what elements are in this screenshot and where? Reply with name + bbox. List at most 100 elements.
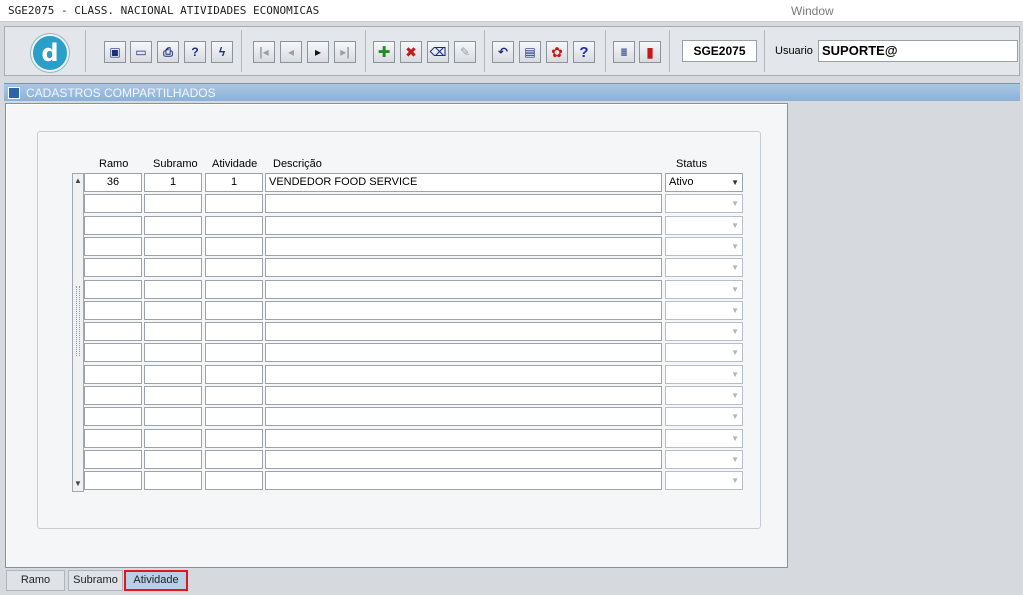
cell-descricao[interactable]	[265, 237, 662, 256]
cell-subramo[interactable]	[144, 365, 202, 384]
save-icon[interactable]: ▣	[104, 41, 126, 63]
help-icon[interactable]: ?	[573, 41, 595, 63]
tab-atividade[interactable]: Atividade	[124, 570, 188, 591]
chevron-down-icon[interactable]: ▼	[731, 451, 739, 468]
window-menu[interactable]: Window	[791, 4, 834, 18]
cell-descricao[interactable]	[265, 216, 662, 235]
chevron-down-icon[interactable]: ▼	[731, 344, 739, 361]
cell-subramo[interactable]	[144, 407, 202, 426]
cell-descricao[interactable]	[265, 429, 662, 448]
cell-ramo[interactable]	[84, 365, 142, 384]
cell-ramo[interactable]	[84, 194, 142, 213]
undo-icon[interactable]: ↶	[492, 41, 514, 63]
clear-record-icon[interactable]: ⌫	[427, 41, 449, 63]
cell-atividade[interactable]	[205, 450, 263, 469]
status-select[interactable]: ▼	[665, 429, 743, 448]
chevron-down-icon[interactable]: ▼	[731, 472, 739, 489]
tab-subramo[interactable]: Subramo	[68, 570, 123, 591]
cell-ramo[interactable]	[84, 216, 142, 235]
cell-subramo[interactable]	[144, 450, 202, 469]
window-icon[interactable]: ▭	[130, 41, 152, 63]
cell-atividade[interactable]	[205, 322, 263, 341]
cell-subramo[interactable]	[144, 471, 202, 490]
cell-ramo[interactable]	[84, 429, 142, 448]
chevron-down-icon[interactable]: ▼	[731, 281, 739, 298]
cell-subramo[interactable]	[144, 216, 202, 235]
cell-descricao[interactable]	[265, 258, 662, 277]
status-select[interactable]: ▼	[665, 386, 743, 405]
status-select[interactable]: ▼	[665, 258, 743, 277]
status-select[interactable]: ▼	[665, 407, 743, 426]
cell-subramo[interactable]	[144, 237, 202, 256]
scroll-down-icon[interactable]: ▼	[73, 478, 83, 490]
cell-atividade[interactable]	[205, 365, 263, 384]
cell-subramo[interactable]	[144, 194, 202, 213]
print-icon[interactable]: ⎙	[157, 41, 179, 63]
cell-descricao[interactable]	[265, 450, 662, 469]
cell-atividade[interactable]	[205, 237, 263, 256]
cell-descricao[interactable]	[265, 280, 662, 299]
cell-ramo[interactable]	[84, 301, 142, 320]
next-record-icon[interactable]: ▸	[307, 41, 329, 63]
cell-atividade[interactable]	[205, 386, 263, 405]
cell-ramo[interactable]	[84, 450, 142, 469]
cell-atividade[interactable]	[205, 343, 263, 362]
cell-ramo[interactable]	[84, 237, 142, 256]
chevron-down-icon[interactable]: ▼	[731, 259, 739, 276]
cell-ramo[interactable]	[84, 343, 142, 362]
chevron-down-icon[interactable]: ▼	[731, 323, 739, 340]
cell-atividade[interactable]	[205, 280, 263, 299]
status-select[interactable]: ▼	[665, 216, 743, 235]
status-select[interactable]: ▼	[665, 301, 743, 320]
edit-icon[interactable]: ✎	[454, 41, 476, 63]
cell-descricao[interactable]	[265, 471, 662, 490]
chevron-down-icon[interactable]: ▼	[731, 217, 739, 234]
cell-atividade[interactable]	[205, 407, 263, 426]
cell-ramo[interactable]	[84, 407, 142, 426]
status-select[interactable]: Ativo ▼	[665, 173, 743, 192]
cell-subramo[interactable]	[144, 386, 202, 405]
tab-ramo[interactable]: Ramo	[6, 570, 65, 591]
scroll-up-icon[interactable]: ▲	[73, 175, 83, 187]
cell-ramo[interactable]	[84, 280, 142, 299]
cell-atividade[interactable]: 1	[205, 173, 263, 192]
cell-atividade[interactable]	[205, 471, 263, 490]
menu-icon[interactable]: ≣	[613, 41, 635, 63]
cell-subramo[interactable]	[144, 429, 202, 448]
chevron-down-icon[interactable]: ▼	[731, 366, 739, 383]
chevron-down-icon[interactable]: ▼	[731, 430, 739, 447]
cell-subramo[interactable]	[144, 280, 202, 299]
cell-atividade[interactable]	[205, 194, 263, 213]
chevron-down-icon[interactable]: ▼	[731, 387, 739, 404]
cell-atividade[interactable]	[205, 429, 263, 448]
delete-record-icon[interactable]: ✖	[400, 41, 422, 63]
chevron-down-icon[interactable]: ▼	[731, 174, 739, 191]
cell-atividade[interactable]	[205, 301, 263, 320]
cell-descricao[interactable]	[265, 343, 662, 362]
status-select[interactable]: ▼	[665, 194, 743, 213]
cell-descricao[interactable]	[265, 365, 662, 384]
cell-ramo[interactable]: 36	[84, 173, 142, 192]
chevron-down-icon[interactable]: ▼	[731, 302, 739, 319]
cell-subramo[interactable]	[144, 343, 202, 362]
cell-subramo[interactable]	[144, 322, 202, 341]
status-select[interactable]: ▼	[665, 322, 743, 341]
previous-record-icon[interactable]: ◂	[280, 41, 302, 63]
execute-query-icon[interactable]: ϟ	[211, 41, 233, 63]
cell-subramo[interactable]	[144, 301, 202, 320]
tools-icon[interactable]: ✿	[546, 41, 568, 63]
cell-descricao[interactable]	[265, 194, 662, 213]
insert-record-icon[interactable]: ✚	[373, 41, 395, 63]
cell-descricao[interactable]: VENDEDOR FOOD SERVICE	[265, 173, 662, 192]
chevron-down-icon[interactable]: ▼	[731, 238, 739, 255]
clipboard-icon[interactable]: ▤	[519, 41, 541, 63]
cell-descricao[interactable]	[265, 386, 662, 405]
first-record-icon[interactable]: |◂	[253, 41, 275, 63]
cell-subramo[interactable]	[144, 258, 202, 277]
cell-ramo[interactable]	[84, 258, 142, 277]
status-select[interactable]: ▼	[665, 343, 743, 362]
cell-ramo[interactable]	[84, 471, 142, 490]
chevron-down-icon[interactable]: ▼	[731, 195, 739, 212]
status-select[interactable]: ▼	[665, 280, 743, 299]
exit-icon[interactable]: ▮	[639, 41, 661, 63]
